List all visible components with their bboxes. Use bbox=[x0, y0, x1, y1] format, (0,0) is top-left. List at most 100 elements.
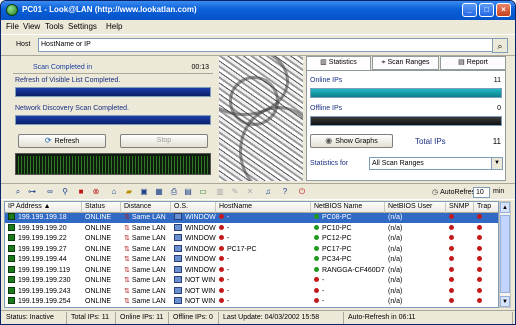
table-row[interactable]: 199.199.199.20 ONLINE ⇅Same LAN WINDOWS - PC1… bbox=[5, 223, 498, 234]
host-online-icon bbox=[8, 286, 15, 294]
vertical-scrollbar[interactable]: ▲ ▼ bbox=[499, 201, 511, 308]
column-ip-address[interactable]: IP Address ▲ bbox=[5, 202, 82, 213]
table-row[interactable]: 199.199.199.243 ONLINE ⇅ Same LAN NOT WIN - - (… bbox=[5, 286, 498, 297]
menu-file[interactable]: File bbox=[6, 22, 19, 31]
os-computer-icon bbox=[174, 223, 182, 231]
speaker-icon[interactable]: ♫ bbox=[262, 186, 274, 198]
chevron-down-icon[interactable]: ▼ bbox=[491, 158, 502, 169]
table-row[interactable]: 199.199.199.27 ONLINE ⇅Same LAN WINDOWS PC17… bbox=[5, 244, 498, 255]
cell-distance: ⇅ Same LAN bbox=[121, 287, 171, 297]
record-icon[interactable]: ■ bbox=[75, 186, 87, 198]
menu-settings[interactable]: Settings bbox=[68, 22, 97, 31]
same-lan-icon: ⇅ bbox=[124, 245, 130, 253]
cell-os-text: NOT WIN bbox=[185, 287, 216, 295]
show-graphs-button[interactable]: ◉ Show Graphs bbox=[310, 134, 393, 148]
cell-hostname: - bbox=[216, 255, 311, 265]
column-status[interactable]: Status bbox=[82, 202, 121, 213]
meter-segment bbox=[75, 156, 76, 174]
computer-icon[interactable]: ▭ bbox=[197, 186, 209, 198]
binoculars-icon[interactable]: ∞ bbox=[44, 186, 56, 198]
column-distance[interactable]: Distance bbox=[121, 202, 171, 213]
cell-status-text: ONLINE bbox=[85, 277, 112, 284]
tab-report[interactable]: ▤ Report bbox=[440, 56, 506, 70]
cell-trap bbox=[474, 297, 498, 307]
table-row[interactable]: 199.199.199.230 ONLINE ⇅ Same LAN NOT WIN - - (… bbox=[5, 276, 498, 286]
cell-os: WINDOWS bbox=[171, 265, 216, 276]
open-folder-icon[interactable]: ▰ bbox=[123, 186, 135, 198]
cell-os-text: WINDOWS bbox=[185, 214, 216, 221]
status-dot-icon bbox=[449, 266, 454, 272]
scroll-up-icon[interactable]: ▲ bbox=[500, 202, 510, 213]
cell-netbios-user-text: (n/a) bbox=[388, 298, 403, 305]
status-state: Status: Inactive bbox=[3, 312, 67, 324]
minimize-button[interactable]: _ bbox=[462, 3, 477, 17]
cell-os: WINDOWS bbox=[171, 213, 216, 223]
status-dot-icon bbox=[449, 298, 454, 303]
cell-trap bbox=[474, 224, 498, 234]
report-icon[interactable]: ▦ bbox=[153, 186, 165, 198]
add-host-icon[interactable]: ▥ bbox=[214, 186, 226, 198]
status-dot-icon bbox=[477, 235, 482, 240]
cell-trap bbox=[474, 276, 498, 286]
graphs-icon: ◉ bbox=[325, 136, 333, 145]
meter-segment bbox=[72, 156, 73, 174]
refresh-status-message: Refresh of Visible List Completed. bbox=[15, 77, 121, 84]
maximize-button[interactable]: □ bbox=[479, 3, 494, 17]
network-tree-icon[interactable]: ⊶ bbox=[26, 186, 38, 198]
tab-statistics[interactable]: ▥ Statistics bbox=[306, 56, 371, 71]
find-next-icon[interactable]: ⚲ bbox=[59, 186, 71, 198]
stop-icon[interactable]: ⊗ bbox=[90, 186, 102, 198]
menu-help[interactable]: Help bbox=[106, 22, 122, 31]
meter-segment bbox=[87, 156, 88, 174]
cell-ip: 199.199.199.254 bbox=[5, 297, 82, 307]
meter-segment bbox=[126, 156, 127, 174]
table-row[interactable]: 199.199.199.18 ONLINE ⇅Same LAN WINDOWS - PC0… bbox=[5, 213, 498, 223]
cell-netbios-user: (n/a) bbox=[385, 224, 446, 234]
export-icon[interactable]: ▣ bbox=[138, 186, 150, 198]
status-dot-icon bbox=[477, 298, 482, 303]
scroll-thumb[interactable] bbox=[500, 215, 510, 293]
autorefresh-minutes-input[interactable]: 10 bbox=[473, 187, 490, 198]
column-netbios-user[interactable]: NetBIOS User bbox=[385, 202, 446, 213]
refresh-button[interactable]: ⟳ Refresh bbox=[18, 134, 106, 148]
delete-icon[interactable]: ✕ bbox=[244, 186, 256, 198]
statistics-for-select[interactable]: All Scan Ranges ▼ bbox=[369, 157, 503, 170]
toolbar: ⌕ ⊶ ∞ ⚲ ■ ⊗ ⌂ ▰ ▣ ▦ ⎙ ▤ ▭ ▥ ✎ ✕ ♫ ? ⏻ ◷ A… bbox=[1, 183, 515, 200]
help-icon[interactable]: ? bbox=[279, 186, 291, 198]
column-os[interactable]: O.S. bbox=[171, 202, 216, 213]
menu-tools[interactable]: Tools bbox=[45, 22, 64, 31]
cell-netbios-name-text: PC10-PC bbox=[322, 224, 352, 232]
search-icon[interactable]: ⌕ bbox=[12, 186, 24, 198]
scroll-down-icon[interactable]: ▼ bbox=[500, 296, 510, 307]
stop-button[interactable]: Stop bbox=[120, 134, 208, 148]
close-button[interactable]: × bbox=[496, 3, 511, 17]
cell-hostname-text: PC17-PC bbox=[227, 245, 257, 253]
table-row[interactable]: 199.199.199.44 ONLINE ⇅Same LAN WINDOWS - PC3… bbox=[5, 255, 498, 265]
edit-host-icon[interactable]: ✎ bbox=[229, 186, 241, 198]
cell-ip-text: 199.199.199.27 bbox=[18, 245, 67, 253]
menu-view[interactable]: View bbox=[23, 22, 40, 31]
properties-icon[interactable]: ▤ bbox=[182, 186, 194, 198]
same-lan-icon: ⇅ bbox=[124, 277, 130, 284]
autorefresh-toggle[interactable]: ◷ AutoRefresh bbox=[432, 188, 479, 196]
host-input[interactable]: HostName or IP ▼ bbox=[38, 38, 504, 52]
title-bar[interactable]: PC01 - Look@LAN (http://www.lookatlan.co… bbox=[1, 1, 515, 20]
print-icon[interactable]: ⎙ bbox=[168, 186, 180, 198]
column-hostname[interactable]: HostName bbox=[216, 202, 311, 213]
meter-segment bbox=[63, 156, 64, 174]
power-icon[interactable]: ⏻ bbox=[296, 186, 308, 198]
cell-hostname-text: - bbox=[227, 298, 230, 305]
meter-segment bbox=[132, 156, 133, 174]
table-row[interactable]: 199.199.199.22 ONLINE ⇅Same LAN WINDOWS - PC1… bbox=[5, 234, 498, 244]
column-trap[interactable]: Trap bbox=[474, 202, 498, 213]
cell-snmp bbox=[446, 224, 474, 234]
tab-scan-ranges[interactable]: ⌖ Scan Ranges bbox=[372, 56, 439, 70]
table-row[interactable]: 199.199.199.254 ONLINE ⇅ Same LAN NOT WIN - - (… bbox=[5, 297, 498, 307]
column-snmp[interactable]: SNMP bbox=[446, 202, 474, 213]
status-dot-icon bbox=[477, 277, 482, 282]
column-netbios-name[interactable]: NetBIOS Name bbox=[311, 202, 385, 213]
search-host-button[interactable]: ⌕ bbox=[492, 38, 508, 53]
network-scan-icon[interactable]: ⌂ bbox=[108, 186, 120, 198]
status-bar: Status: Inactive Total IPs: 11 Online IP… bbox=[1, 310, 515, 324]
table-row[interactable]: 199.199.199.119 ONLINE ⇅Same LAN WINDOWS - RA… bbox=[5, 265, 498, 276]
